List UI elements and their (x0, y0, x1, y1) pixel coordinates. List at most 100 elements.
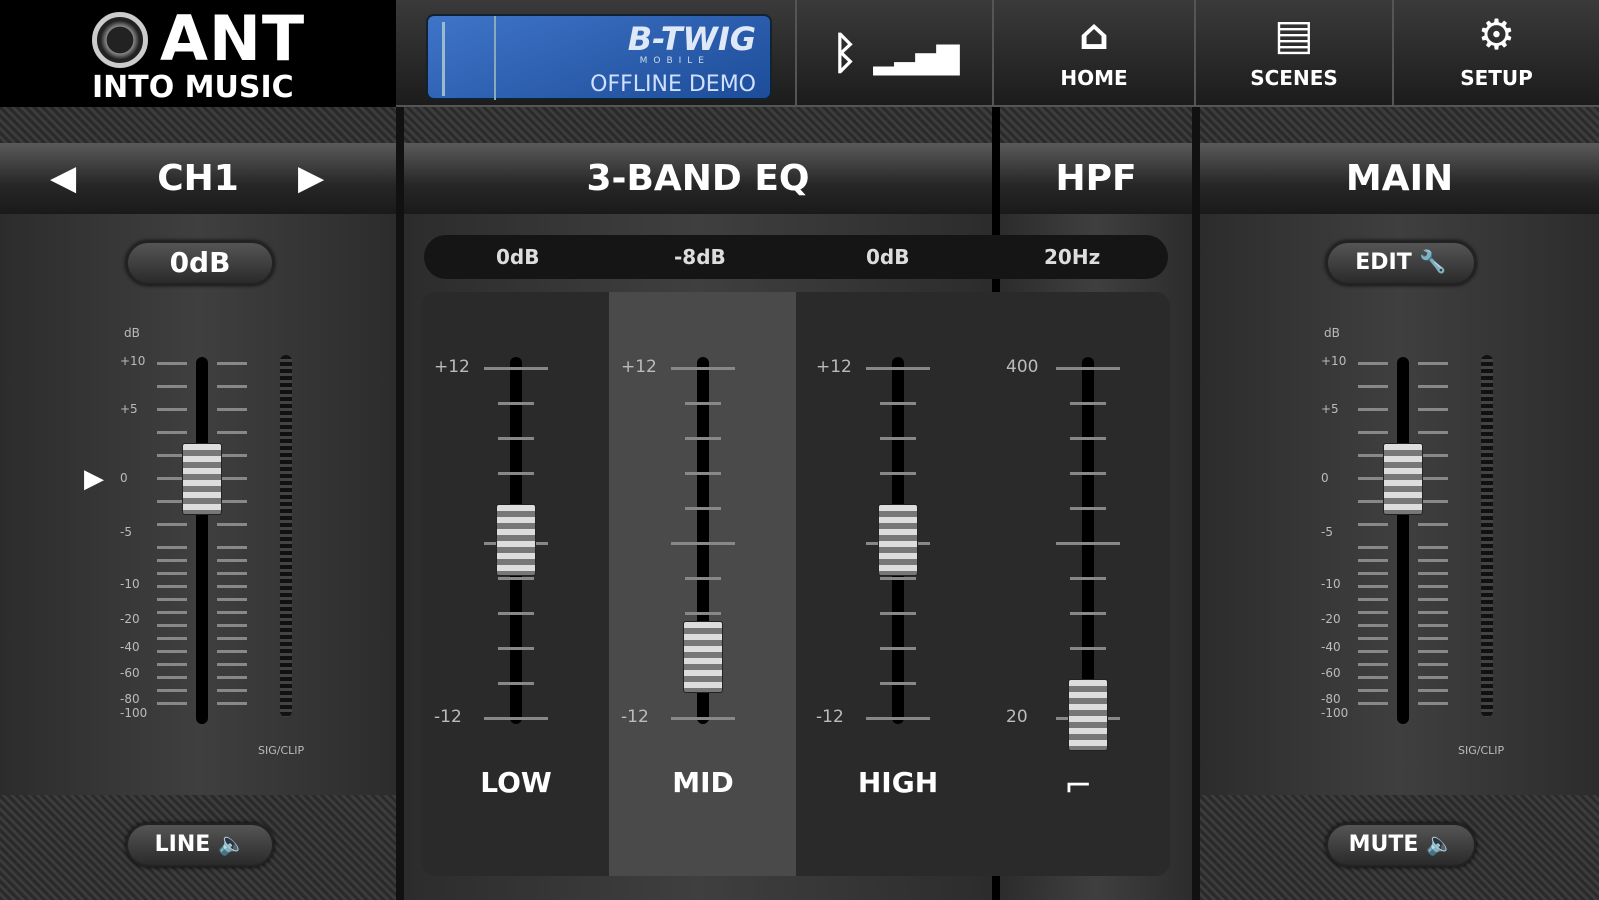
speaker-icon: 🔈 (217, 832, 246, 857)
high-band-fader-knob[interactable] (878, 504, 918, 576)
scale-tick (217, 663, 247, 666)
scale-tick (1070, 612, 1106, 615)
scale-tick (1418, 572, 1448, 575)
scale-label: -80 (1321, 692, 1341, 706)
prev-channel-button[interactable]: ◀ (50, 143, 76, 214)
scale-tick (1358, 676, 1388, 679)
scale-tick (157, 572, 187, 575)
scale-tick (1418, 624, 1448, 627)
main-level-meter (1481, 355, 1493, 717)
scale-tick (1358, 408, 1388, 411)
scale-tick (217, 523, 247, 526)
scale-tick (1070, 402, 1106, 405)
scale-tick (157, 702, 187, 705)
speaker-icon: 🔈 (1426, 832, 1454, 857)
scale-tick (217, 624, 247, 627)
scale-tick (498, 682, 534, 685)
input-type-button[interactable]: LINE 🔈 (126, 823, 274, 867)
mode-label: OFFLINE DEMO (590, 72, 756, 97)
scale-tick (1358, 385, 1388, 388)
scale-tick (157, 624, 187, 627)
scale-tick (1070, 577, 1106, 580)
scale-tick (1418, 585, 1448, 588)
home-button[interactable]: ⌂ HOME (994, 0, 1194, 107)
scale-tick (157, 523, 187, 526)
fader-track (1397, 357, 1409, 724)
scale-tick (217, 689, 247, 692)
home-icon: ⌂ (1078, 10, 1110, 59)
scale-tick (217, 702, 247, 705)
low-value: 0dB (496, 245, 540, 269)
gear-icon: ⚙ (1477, 10, 1516, 59)
scale-tick (217, 611, 247, 614)
scale-label: -40 (120, 640, 140, 654)
scale-label: +5 (120, 402, 138, 416)
scenes-button[interactable]: ▤ SCENES (1196, 0, 1392, 107)
scale-tick (217, 676, 247, 679)
scale-label: +10 (120, 354, 146, 368)
scale-tick (157, 598, 187, 601)
scale-bottom-label: -12 (621, 707, 649, 727)
hpf-value: 20Hz (1044, 245, 1101, 269)
scale-tick (1358, 362, 1388, 365)
mute-button[interactable]: MUTE 🔈 (1326, 823, 1476, 867)
carbon-strip (0, 107, 1599, 143)
scale-bottom-label: 20 (1006, 707, 1028, 727)
scale-tick (685, 577, 721, 580)
scale-tick (1358, 650, 1388, 653)
scale-tick (217, 431, 247, 434)
scale-tick (1358, 431, 1388, 434)
scale-tick (880, 647, 916, 650)
scale-tick (880, 437, 916, 440)
hpf-header: HPF (1000, 143, 1192, 214)
scale-tick (685, 507, 721, 510)
scale-tick (1358, 523, 1388, 526)
scale-tick (1070, 647, 1106, 650)
gain-button[interactable]: 0dB (126, 241, 274, 285)
mid-band-fader-knob[interactable] (683, 620, 723, 693)
scale-unit: dB (124, 326, 140, 340)
scale-label: -5 (1321, 525, 1333, 539)
bluetooth-signal-icon: ᛒ ▂▃▅▇ (831, 28, 959, 79)
scale-tick (157, 611, 187, 614)
divider (396, 107, 404, 900)
bluetooth-status[interactable]: ᛒ ▂▃▅▇ (797, 0, 992, 107)
hpf-fader-knob[interactable] (1068, 679, 1108, 751)
high-value: 0dB (866, 245, 910, 269)
scale-top-label: +12 (434, 357, 470, 377)
scale-tick (1418, 689, 1448, 692)
scale-tick (157, 650, 187, 653)
next-channel-button[interactable]: ▶ (298, 143, 324, 214)
divider (494, 16, 496, 100)
scale-tick (498, 577, 534, 580)
low-band-fader-knob[interactable] (496, 504, 536, 576)
scale-tick (157, 637, 187, 640)
scale-label: -100 (120, 706, 148, 720)
scale-label: -60 (120, 666, 140, 680)
edit-label: EDIT (1355, 250, 1412, 275)
mid-band-fader-label: MID (672, 766, 734, 799)
scale-tick (1358, 559, 1388, 562)
scale-tick (1358, 702, 1388, 705)
scale-tick (1358, 637, 1388, 640)
edit-button[interactable]: EDIT 🔧 (1326, 241, 1476, 285)
scale-tick (1418, 650, 1448, 653)
sig-clip-label: SIG/CLIP (258, 744, 305, 757)
scale-tick (157, 689, 187, 692)
scale-tick (1418, 362, 1448, 365)
scale-tick (157, 362, 187, 365)
scale-tick (217, 546, 247, 549)
scale-tick (1358, 572, 1388, 575)
scale-tick (1418, 546, 1448, 549)
fader-knob[interactable] (1383, 443, 1423, 515)
setup-label: SETUP (1460, 66, 1533, 90)
scale-tick (880, 472, 916, 475)
product-badge: B-TWIG MOBILE OFFLINE DEMO (426, 14, 772, 100)
hpf-fader-track[interactable] (1082, 357, 1094, 724)
fader-knob[interactable] (182, 443, 222, 515)
scale-tick (1418, 523, 1448, 526)
scale-tick (498, 612, 534, 615)
home-label: HOME (1060, 66, 1128, 90)
setup-button[interactable]: ⚙ SETUP (1394, 0, 1599, 107)
scale-label: 0 (120, 471, 128, 485)
